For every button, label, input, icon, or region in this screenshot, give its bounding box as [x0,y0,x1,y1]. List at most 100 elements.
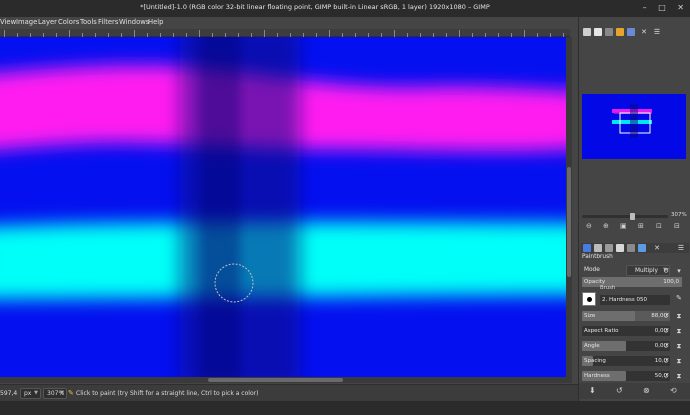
canvas-image [0,37,566,377]
size-slider[interactable]: Size 88,00 [582,311,670,321]
pattern-icon[interactable] [605,28,613,36]
angle-label: Angle [584,343,600,349]
menu-windows[interactable]: Windows [119,18,149,26]
brush-tab-icon[interactable] [594,28,602,36]
brush-preview[interactable] [582,292,596,306]
navigator-buttons: ⊖ ⊕ ▣ ⊞ ⊡ ⊟ [582,222,686,234]
reset-icon[interactable]: ↺ [661,356,671,366]
zoom-in-icon[interactable]: ⊕ [603,222,609,230]
close-icon[interactable]: ✕ [640,28,648,36]
vertical-scroll-thumb[interactable] [567,167,571,277]
gradient-icon[interactable] [616,28,624,36]
navigator-thumbnail [582,94,686,159]
ruler-tick [459,30,460,37]
aspect-ratio-slider[interactable]: Aspect Ratio 0,00 [582,326,670,336]
vertical-scrollbar[interactable] [566,37,572,377]
link-icon[interactable]: ⧗ [674,311,684,321]
layers-tab-icon[interactable] [638,244,646,252]
navigator-preview[interactable] [582,94,686,159]
link-icon[interactable]: ⧗ [674,326,684,336]
menu-icon[interactable]: ☰ [653,28,661,36]
horizontal-scroll-thumb[interactable] [208,378,343,382]
ruler-tick [329,30,330,37]
save-options-icon[interactable]: ⬇ [589,386,596,395]
horizontal-ruler[interactable] [0,29,570,37]
menu-icon[interactable]: ☰ [677,244,685,252]
spacing-label: Spacing [584,358,606,364]
link-icon[interactable]: ⧗ [674,341,684,351]
delete-options-icon[interactable]: ⊗ [643,386,650,395]
unit-selector[interactable]: px ▼ [20,388,41,399]
reset-options-icon[interactable]: ⟲ [670,386,677,395]
image-canvas[interactable] [0,37,566,377]
aspect-ratio-label: Aspect Ratio [584,328,619,334]
zoom-selector[interactable]: 307% ▼ [43,388,67,399]
opacity-value: 100,0 [663,279,679,285]
reset-icon[interactable]: ↺ [661,266,671,276]
status-message: Click to paint (try Shift for a straight… [76,390,259,397]
dock-tab-bar-tool-options: ✕ ☰ [581,243,689,253]
palette-icon[interactable] [583,28,591,36]
angle-slider[interactable]: Angle 0,00 [582,341,670,351]
shrink-wrap-icon[interactable]: ⊟ [674,222,680,230]
reset-icon[interactable]: ↺ [661,311,671,321]
close-button[interactable]: ✕ [677,3,684,12]
menu-tools[interactable]: Tools [80,18,97,26]
menu-bar: View Image Layer Colors Tools Filters Wi… [0,17,578,29]
pointer-coordinates: 597,4 [0,390,18,397]
ruler-tick [134,30,135,37]
document-history-icon[interactable] [627,244,635,252]
undo-history-icon[interactable] [605,244,613,252]
dock-tab-bar-top: ✕ ☰ [581,28,689,40]
size-label: Size [584,313,596,319]
fit-window-icon[interactable]: ⊡ [656,222,662,230]
close-icon[interactable]: ✕ [653,244,661,252]
tool-options-title: Paintbrush [582,254,613,260]
menu-colors[interactable]: Colors [58,18,79,26]
pencil-icon: ✎ [68,389,74,397]
title-bar: *[Untitled]-1.0 (RGB color 32-bit linear… [0,0,690,17]
spacing-slider[interactable]: Spacing 10,0 [582,356,670,366]
navigator-zoom-slider[interactable] [582,213,668,220]
zoom-out-icon[interactable]: ⊖ [586,222,592,230]
unit-value: px [24,390,32,397]
opacity-slider[interactable]: Opacity 100,0 [582,277,682,287]
ruler-tick [524,30,525,37]
menu-filters[interactable]: Filters [98,18,118,26]
link-icon[interactable]: ⧗ [674,356,684,366]
brush-selector[interactable]: Brush 2. Hardness 050 ✎ [582,285,686,308]
mode-row: Mode Multiply ▼ [582,265,670,276]
device-status-icon[interactable] [594,244,602,252]
fit-image-icon[interactable]: ⊞ [638,222,644,230]
horizontal-scrollbar[interactable] [0,377,572,383]
zoom-slider-knob[interactable] [630,213,635,220]
mode-label: Mode [584,267,600,273]
images-tab-icon[interactable] [616,244,624,252]
ruler-tick [264,30,265,37]
chevron-down-icon[interactable]: ▾ [674,266,684,276]
minimize-button[interactable]: – [643,3,647,12]
menu-help[interactable]: Help [148,18,164,26]
window-title: *[Untitled]-1.0 (RGB color 32-bit linear… [140,3,490,11]
reset-icon[interactable]: ↺ [661,326,671,336]
maximize-button[interactable]: □ [658,3,666,12]
menu-image[interactable]: Image [16,18,37,26]
edit-brush-icon[interactable]: ✎ [676,294,682,302]
brush-name-field[interactable]: 2. Hardness 050 [600,295,670,305]
ruler-tick [69,30,70,37]
reset-icon[interactable]: ↺ [661,341,671,351]
hardness-slider[interactable]: Hardness 50,0 [582,371,670,381]
ruler-tick [199,30,200,37]
right-dock: ✕ ☰ 307% ⊖ ⊕ ▣ ⊞ ⊡ ⊟ ✕ ☰ Paintbrush Mode [578,17,690,401]
restore-options-icon[interactable]: ↺ [616,386,623,395]
ruler-tick [394,30,395,37]
status-bar: 597,4 px ▼ 307% ▼ ✎ Click to paint (try … [0,384,578,401]
menu-view[interactable]: View [0,18,16,26]
tool-options-tab-icon[interactable] [583,244,591,252]
link-icon[interactable]: ⧗ [674,371,684,381]
menu-layer[interactable]: Layer [38,18,57,26]
zoom-one-icon[interactable]: ▣ [620,222,627,230]
navigator-tab-icon[interactable] [627,28,635,36]
reset-icon[interactable]: ↺ [661,371,671,381]
window-controls: – □ ✕ [634,3,684,12]
